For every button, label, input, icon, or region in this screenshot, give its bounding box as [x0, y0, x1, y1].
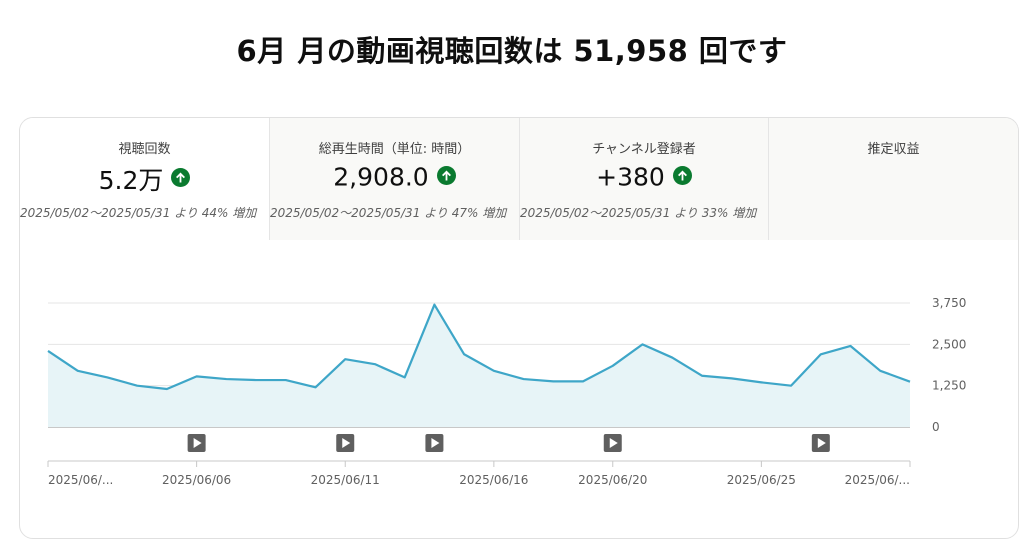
- x-tick-label: 2025/06/06: [162, 473, 231, 487]
- video-marker-icon[interactable]: [336, 434, 355, 452]
- video-marker-icon[interactable]: [425, 434, 444, 452]
- x-tick-label: 2025/06/...: [48, 473, 113, 487]
- x-tick-label: 2025/06/11: [311, 473, 380, 487]
- views-area-chart: 0 1,250 2,500 3,750 2025/06/... 2025/06/06 202…: [47, 296, 966, 487]
- x-tick-label: 2025/06/16: [459, 473, 528, 487]
- analytics-card: 視聴回数 5.2万 2025/05/02〜2025/05/31 より 44% 増…: [19, 117, 1019, 539]
- series-area: [48, 304, 910, 427]
- video-marker-icon[interactable]: [187, 434, 206, 452]
- y-tick-label: 1,250: [932, 379, 966, 393]
- video-marker-icon[interactable]: [603, 434, 622, 452]
- x-tick-label: 2025/06/...: [845, 473, 910, 487]
- y-tick-label: 2,500: [932, 337, 966, 351]
- y-tick-label: 3,750: [932, 296, 966, 310]
- video-marker-icon[interactable]: [811, 434, 830, 452]
- page-title: 6月 月の動画視聴回数は 51,958 回です: [236, 34, 788, 68]
- y-tick-label: 0: [932, 420, 940, 434]
- x-tick-label: 2025/06/20: [578, 473, 647, 487]
- x-tick-label: 2025/06/25: [727, 473, 796, 487]
